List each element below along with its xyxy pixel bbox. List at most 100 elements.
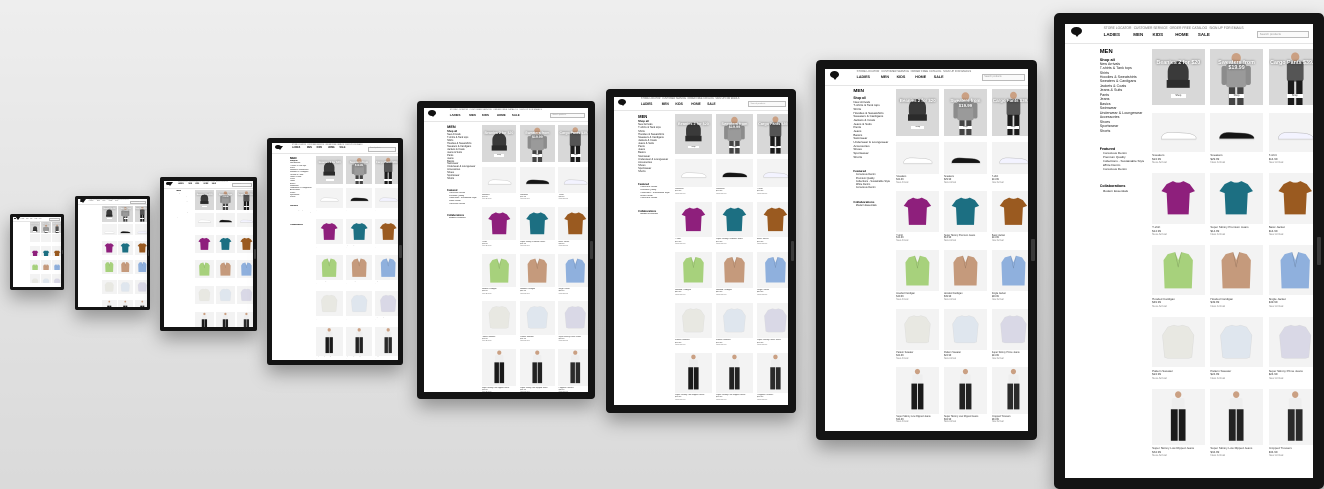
product-tile[interactable]: Sneakers $24.99 New Arrival (29, 234, 40, 244)
utility-link[interactable]: STORE LOCATOR (178, 182, 188, 183)
product-tile[interactable]: T-shirt $14.99 New Arrival (896, 191, 940, 243)
product-image-area[interactable]: Beanies 2 for $20 Shop (316, 156, 343, 185)
product-image-area[interactable] (237, 286, 254, 305)
product-tile[interactable]: Hooded Cardigan $49.99 New Arrival (481, 253, 517, 296)
product-tile[interactable]: Basic Jacket $14.99 New Arrival (52, 245, 61, 258)
product-image-area[interactable] (756, 252, 789, 288)
product-image-area[interactable] (102, 280, 117, 295)
product-tile[interactable]: T-shirt $14.99 New Arrival (675, 201, 712, 247)
product-tile[interactable]: Super Skinny Low Ripped Jeans$34.99New A… (716, 353, 753, 402)
product-tile[interactable]: Super Skinny Low Ripped Jeans$34.99New A… (1152, 388, 1205, 459)
sidebar-item[interactable]: Accessories (1100, 115, 1145, 119)
product-tile[interactable]: Sneakers $24.99 New Arrival (896, 141, 940, 185)
product-image-area[interactable] (991, 367, 1029, 414)
product-image-area[interactable] (52, 259, 61, 270)
sidebar-collaboration-item[interactable]: Modern Essentials (89, 245, 101, 246)
product-image-area[interactable] (216, 311, 235, 328)
product-image-area[interactable] (991, 308, 1029, 350)
product-image-area[interactable] (29, 273, 40, 284)
utility-link[interactable]: CUSTOMER SERVICE (881, 70, 909, 73)
product-image-area[interactable] (345, 188, 373, 208)
product-tile[interactable]: Cropped Trousers$34.99New Arrival (991, 367, 1029, 424)
product-image-area[interactable] (520, 301, 555, 335)
product-image-area[interactable]: Beanies 2 for $20 Shop (195, 189, 215, 211)
brand-logo[interactable] (165, 181, 174, 186)
product-tile[interactable]: Cargo Pants $39.99 Shop (134, 206, 147, 222)
product-image-area[interactable] (675, 353, 712, 393)
product-tile[interactable]: Sneakers $29.99 New Arrival (345, 188, 373, 214)
product-image-area[interactable] (29, 245, 40, 256)
product-image-area[interactable]: Sweaters from $19.99 Shop (716, 114, 753, 154)
sidebar-featured-item[interactable]: Conscious Denim (640, 186, 669, 188)
utility-link[interactable]: ORDER FREE CATALOG (687, 98, 714, 100)
nav-item-sale[interactable]: SALE (39, 219, 42, 220)
sidebar-collaboration-item[interactable]: Modern Essentials (177, 240, 192, 241)
product-tile[interactable]: Super Skinny Prime Jeans$24.99New Arriva… (991, 308, 1029, 361)
product-tile[interactable]: Hooded Cardigan $49.99 New Arrival (195, 260, 215, 283)
product-tile[interactable]: Pattern Sweater $24.99 New Arrival (943, 308, 987, 361)
product-tile[interactable]: Super Skinny Low Ripped Jeans$34.99New A… (520, 348, 555, 392)
product-image-area[interactable] (102, 260, 117, 275)
utility-link[interactable]: CUSTOMER SERVICE (470, 109, 492, 111)
nav-item-ladies[interactable]: LADIES (21, 219, 25, 220)
product-tile[interactable]: Single Jacket $49.99 New Arrival (756, 252, 789, 297)
product-image-area[interactable]: Beanies 2 for $20 Shop (1152, 49, 1205, 106)
product-image-area[interactable]: Sweaters from $19.99 Shop (118, 206, 133, 222)
promo-shop-button[interactable]: Shop (139, 218, 145, 220)
product-image-area[interactable] (195, 311, 215, 328)
product-tile[interactable]: Super Skinny Low Ripped Jeans$34.99New A… (345, 327, 373, 359)
product-image-area[interactable]: Beanies 2 for $20 Shop (675, 114, 712, 154)
product-tile[interactable]: Basic Jacket $14.99 New Arrival (558, 206, 588, 249)
product-image-area[interactable]: Beanies 2 for $20 Shop (896, 89, 940, 136)
product-tile[interactable]: Single Jacket $49.99 New Arrival (1268, 245, 1314, 309)
product-image-area[interactable] (118, 300, 133, 307)
sidebar-featured-item[interactable]: White Denim (291, 214, 312, 215)
product-tile[interactable]: Single Jacket $49.99 New Arrival (558, 253, 588, 296)
product-tile[interactable]: Cropped Trousers$34.99New Arrival (1268, 388, 1314, 459)
product-tile[interactable]: Pattern Sweater $24.99 New Arrival (195, 286, 215, 309)
product-image-area[interactable]: Cargo Pants $39.99 Shop (237, 189, 254, 211)
product-image-area[interactable] (520, 206, 555, 240)
product-image-area[interactable] (52, 245, 61, 256)
product-image-area[interactable] (102, 300, 117, 307)
nav-item-ladies[interactable]: LADIES (292, 147, 300, 149)
product-tile[interactable]: Single Jacket $49.99 New Arrival (52, 259, 61, 272)
product-image-area[interactable] (943, 308, 987, 350)
product-tile[interactable]: Beanies 2 for $20 Shop (29, 221, 40, 233)
product-image-area[interactable] (1268, 388, 1314, 445)
product-tile[interactable]: Super Skinny Premium Jeans$14.99New Arri… (1210, 173, 1263, 237)
product-image-area[interactable] (716, 353, 753, 393)
product-tile[interactable]: Super Skinny Premium Jeans$14.99New Arri… (345, 218, 373, 251)
promo-shop-button[interactable]: Shop (201, 205, 208, 208)
product-image-area[interactable] (29, 234, 40, 242)
product-tile[interactable]: T-shirt $14.99 New Arrival (1152, 173, 1205, 237)
product-image-area[interactable] (481, 166, 517, 193)
sidebar-item[interactable]: Shorts (176, 219, 192, 220)
product-tile[interactable]: Hooded Cardigan $49.99 New Arrival (345, 254, 373, 287)
product-tile[interactable]: Super Skinny Prime Jeans$24.99New Arriva… (558, 301, 588, 343)
product-tile[interactable]: Basic Jacket $14.99 New Arrival (237, 234, 254, 258)
product-tile[interactable]: Single Jacket $49.99 New Arrival (991, 249, 1029, 302)
utility-link[interactable]: ORDER FREE CATALOG (911, 70, 942, 73)
nav-item-men[interactable]: MEN (307, 147, 312, 149)
product-image-area[interactable] (896, 191, 940, 233)
product-image-area[interactable] (118, 280, 133, 295)
product-image-area[interactable] (481, 348, 517, 386)
promo-shop-button[interactable]: Shop (959, 126, 972, 130)
product-image-area[interactable] (675, 252, 712, 288)
utility-link[interactable]: STORE LOCATOR (1104, 26, 1132, 30)
product-tile[interactable]: Hooded Cardigan $49.99 New Arrival (1210, 245, 1263, 309)
product-tile[interactable]: T-shirt $14.99 New Arrival (481, 206, 517, 249)
product-image-area[interactable]: Beanies 2 for $20 Shop (481, 124, 517, 162)
product-image-area[interactable] (134, 280, 147, 295)
product-tile[interactable]: Cargo Pants $39.99 Shop (991, 89, 1029, 136)
product-image-area[interactable]: Cargo Pants $39.99 Shop (375, 156, 398, 185)
product-tile[interactable]: Super Skinny Premium Jeans$14.99New Arri… (118, 240, 133, 259)
nav-item-kids[interactable]: KIDS (897, 75, 906, 79)
product-image-area[interactable] (716, 159, 753, 187)
product-tile[interactable]: Cropped Trousers$34.99New Arrival (237, 311, 254, 328)
product-image-area[interactable] (991, 141, 1029, 174)
sidebar-item[interactable]: Shorts (88, 228, 100, 229)
product-tile[interactable]: Pattern Sweater $24.99 New Arrival (345, 291, 373, 323)
product-image-area[interactable] (41, 234, 52, 242)
